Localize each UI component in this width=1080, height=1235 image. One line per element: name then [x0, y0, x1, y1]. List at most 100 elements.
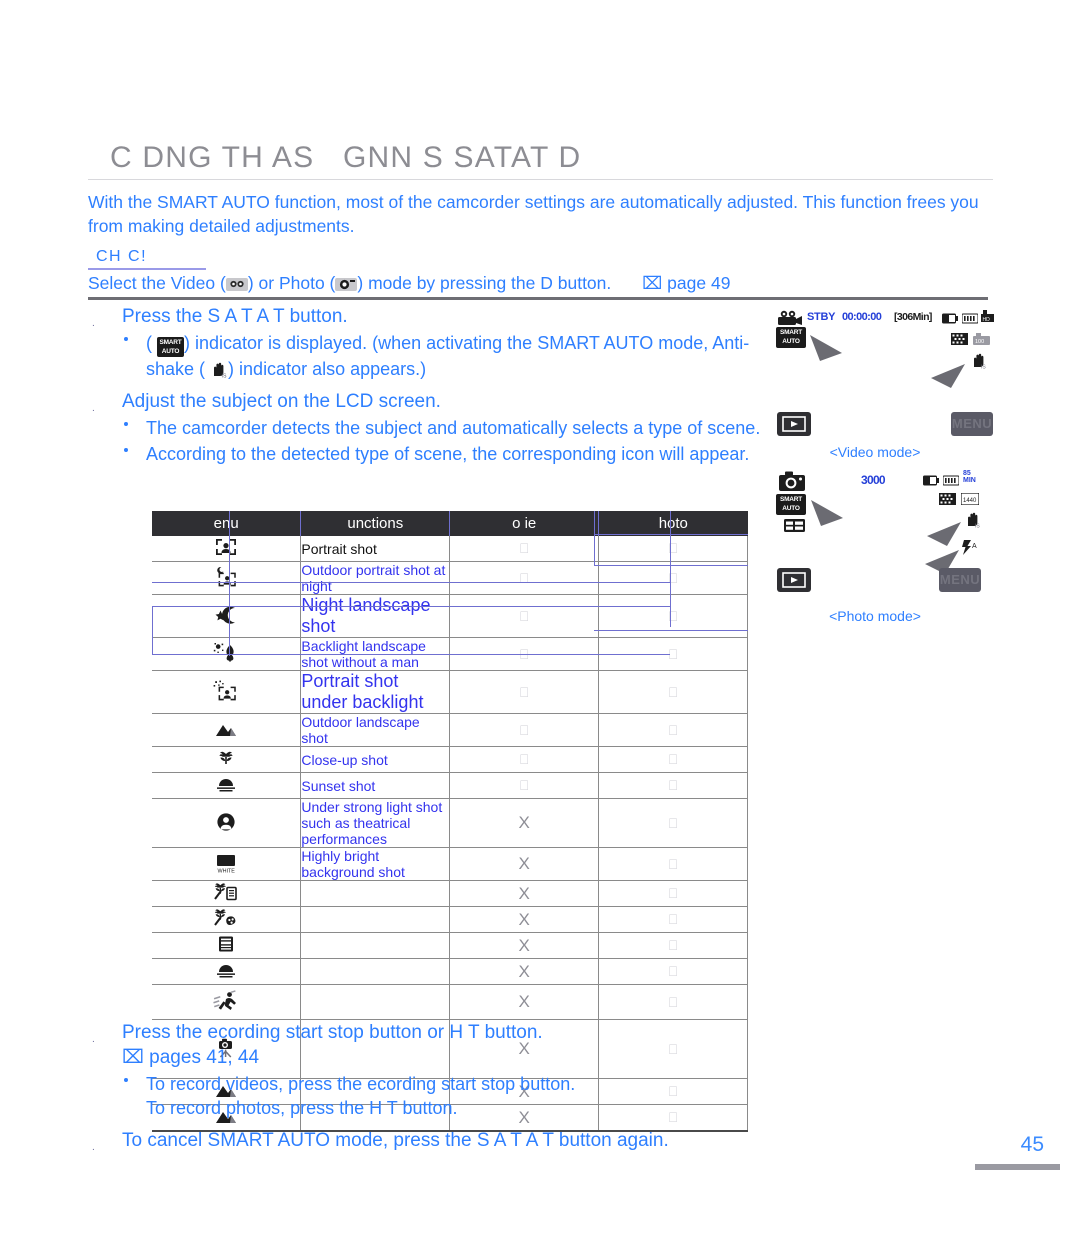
battery-icon — [942, 311, 958, 329]
table-cell-photo: ⎕ — [598, 880, 748, 907]
white-background-icon: WHITE — [152, 847, 302, 881]
table-cell-movie: ⎕ — [449, 772, 600, 799]
table-cell-photo: ⎕ — [598, 536, 748, 562]
table-row: X ⎕ — [152, 880, 748, 907]
table-cell-movie: X — [449, 880, 600, 907]
playback-button[interactable] — [777, 568, 811, 592]
table-cell-function: Highly bright background shot — [300, 847, 450, 881]
pointer-arrow-icon — [927, 362, 967, 395]
pointer-arrow-icon — [808, 333, 844, 368]
bitrate-icon: 100 — [973, 332, 990, 350]
table-cell-function: Under strong light shot such as theatric… — [300, 798, 450, 848]
portrait-frame-icon — [152, 536, 302, 562]
still-camera-icon — [779, 471, 805, 496]
photo-mode-icon — [335, 276, 358, 292]
table-row: Night landscape shot ⎕ ⎕ — [152, 594, 748, 638]
timecode-indicator: 00:00:00 — [842, 311, 882, 323]
video-mode-caption: <Video mode> — [829, 444, 921, 460]
check-page-ref: ⌧ page 49 — [642, 273, 731, 293]
svg-text:IS: IS — [981, 364, 986, 369]
outdoor-landscape-icon — [152, 713, 302, 747]
stby-indicator: STBY — [807, 311, 836, 323]
table-row: Portrait shot ⎕ ⎕ — [152, 536, 748, 562]
action-motion-icon — [152, 984, 302, 1020]
table-cell-photo: ⎕ — [598, 772, 748, 799]
resolution-icon — [939, 492, 956, 510]
table-row: X ⎕ — [152, 958, 748, 985]
table-cell-movie: ⎕ — [449, 746, 600, 773]
table-cell-photo: ⎕ — [598, 713, 748, 747]
check-underline — [88, 268, 206, 270]
check-text-1: Select the Video ( — [88, 273, 226, 293]
table-cell-function — [300, 880, 450, 907]
photo-counter: 3000 — [861, 473, 886, 487]
check-text-2: ) or Photo ( — [247, 273, 336, 293]
steps-lower: . Press the ecording start stop button o… — [88, 1016, 788, 1153]
check-text-3: ) mode by pressing the D button. — [357, 273, 612, 293]
macro-text-icon — [152, 880, 302, 907]
table-cell-photo: ⎕ — [598, 670, 748, 714]
step-1: . Press the S A T A T button. ( SMART AUT… — [88, 304, 778, 381]
step-4: . To cancel SMART AUTO mode, press the S… — [88, 1128, 788, 1153]
table-row: WHITE Highly bright background shot X ⎕ — [152, 847, 748, 881]
step-4-number: . — [92, 1142, 95, 1153]
table-row: Close-up shot ⎕ ⎕ — [152, 746, 748, 773]
manual-page: C DNG TH AS GNN S SATAT D With the SMART… — [0, 0, 1080, 1235]
minutes-remaining-label: 85 MIN — [963, 470, 976, 484]
page-footer-bar — [975, 1164, 1060, 1170]
step-2-text: Adjust the subject on the LCD screen. — [122, 391, 441, 412]
step-2: . Adjust the subject on the LCD screen. … — [88, 389, 778, 466]
table-cell-movie: X — [449, 984, 600, 1020]
step-2-bullet-1-text: The camcorder detects the subject and au… — [146, 418, 761, 438]
sunset-alt-icon — [152, 958, 302, 985]
table-row: X ⎕ — [152, 932, 748, 959]
menu-button[interactable]: MENU — [951, 412, 993, 436]
artifact-line — [670, 511, 671, 627]
table-row: Outdoor portrait shot at night ⎕ ⎕ — [152, 561, 748, 595]
table-cell-function — [300, 984, 450, 1020]
table-cell-movie: X — [449, 906, 600, 933]
artifact-line — [594, 511, 595, 536]
playback-button[interactable] — [777, 412, 811, 436]
svg-text:IS: IS — [222, 373, 227, 378]
step-3-bullet-2-text: To record photos, press the H T button. — [146, 1098, 458, 1118]
step-3-bullet-1-text: To record videos, press the ecording sta… — [146, 1074, 576, 1094]
step-3: . Press the ecording start stop button o… — [88, 1020, 788, 1120]
table-cell-movie: ⎕ — [449, 713, 600, 747]
menu-button[interactable]: MENU — [939, 568, 981, 592]
table-cell-movie: X — [449, 847, 600, 881]
table-cell-function: Outdoor landscape shot — [300, 713, 450, 747]
step-1-bullet-1: ( SMART AUTO) indicator is displayed. (wh… — [122, 331, 778, 381]
artifact-line — [229, 511, 230, 656]
step-4-text: To cancel SMART AUTO mode, press the S A… — [122, 1130, 669, 1151]
sunset-icon — [152, 772, 302, 799]
col-header-movie: o ie — [449, 511, 600, 536]
check-label: CH C! — [96, 248, 148, 265]
table-cell-function — [300, 932, 450, 959]
bullet-dot — [124, 337, 128, 341]
artifact-line — [594, 630, 748, 631]
table-cell-function — [300, 958, 450, 985]
photo-mode-illustration: SMART AUTO 3000 85 MIN 1440 IS A MENU — [775, 468, 990, 628]
page-title: C DNG TH AS GNN S SATAT D — [110, 141, 582, 174]
step-2-number: . — [92, 403, 95, 414]
table-row: Portrait shot under backlight ⎕ ⎕ — [152, 670, 748, 714]
table-cell-movie: X — [449, 932, 600, 959]
text-document-icon — [152, 932, 302, 959]
bullet-pre: ( — [146, 333, 152, 353]
anti-shake-icon: IS — [210, 360, 228, 379]
battery-icon — [923, 473, 939, 491]
table-cell-function: Portrait shot — [300, 536, 450, 562]
bullet-dot — [124, 422, 128, 426]
step-3-page-ref: ⌧ pages 41, 44 — [122, 1047, 260, 1068]
smart-auto-badge-icon: SMART AUTO — [776, 494, 806, 515]
macro-color-icon — [152, 906, 302, 933]
table-row: Under strong light shot such as theatric… — [152, 798, 748, 848]
close-up-tulip-icon — [152, 746, 302, 773]
step-2-bullet-1: The camcorder detects the subject and au… — [122, 416, 778, 440]
image-quality-icon: 1440 — [960, 492, 980, 510]
col-header-functions: unctions — [300, 511, 451, 536]
anti-shake-icon: IS — [970, 353, 988, 374]
backlight-portrait-icon — [152, 670, 302, 714]
anti-shake-icon: IS — [964, 512, 982, 533]
